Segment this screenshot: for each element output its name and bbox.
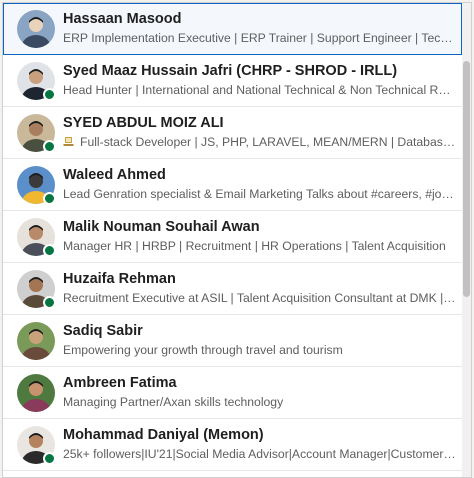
member-headline-text: 25k+ followers|IU'21|Social Media Adviso… bbox=[63, 447, 456, 461]
avatar-container bbox=[17, 217, 56, 257]
suggestion-item[interactable]: Mohammad Daniyal (Memon) 25k+ followers|… bbox=[3, 419, 462, 471]
avatar-container bbox=[17, 321, 55, 360]
member-headline-text: Head Hunter | International and National… bbox=[63, 83, 456, 97]
scrollbar[interactable] bbox=[462, 3, 471, 477]
suggestion-text: Waleed Ahmed Lead Genration specialist &… bbox=[63, 166, 462, 203]
member-name: Syed Maaz Hussain Jafri (CHRP - SHROD - … bbox=[63, 63, 398, 79]
suggestion-item[interactable]: Syed Maaz Hussain Jafri (CHRP - SHROD - … bbox=[3, 55, 462, 107]
suggestion-item[interactable]: Hassaan Masood ERP Implementation Execut… bbox=[3, 3, 462, 55]
member-headline-text: Full-stack Developer | JS, PHP, LARAVEL,… bbox=[80, 135, 456, 149]
member-headline-text: ERP Implementation Executive | ERP Train… bbox=[63, 31, 456, 45]
member-headline-text: Manager HR | HRBP | Recruitment | HR Ope… bbox=[63, 239, 446, 253]
suggestion-text: Mohammad Daniyal (Memon) 25k+ followers|… bbox=[63, 426, 462, 463]
member-headline: Lead Genration specialist & Email Market… bbox=[63, 186, 456, 203]
suggestion-text: Hassaan Masood ERP Implementation Execut… bbox=[63, 10, 462, 47]
suggestion-text: Malik Nouman Souhail Awan Manager HR | H… bbox=[63, 218, 462, 255]
suggestion-text: Sadiq Sabir Empowering your growth throu… bbox=[63, 322, 462, 359]
avatar-container bbox=[17, 165, 56, 205]
online-status-icon bbox=[43, 295, 56, 309]
online-status-icon bbox=[43, 191, 56, 205]
suggestion-item[interactable]: Ambreen Fatima Managing Partner/Axan ski… bbox=[3, 367, 462, 419]
avatar-container bbox=[17, 373, 55, 412]
online-status-icon bbox=[43, 139, 56, 153]
member-name: Huzaifa Rehman bbox=[63, 271, 176, 287]
member-headline: Manager HR | HRBP | Recruitment | HR Ope… bbox=[63, 238, 456, 255]
avatar-container bbox=[17, 113, 56, 153]
suggestion-item[interactable]: Huzaifa Rehman Recruitment Executive at … bbox=[3, 263, 462, 315]
avatar bbox=[17, 373, 55, 412]
member-name: Hassaan Masood bbox=[63, 11, 182, 27]
avatar bbox=[17, 9, 55, 48]
online-status-icon bbox=[43, 243, 56, 257]
member-headline-text: Empowering your growth through travel an… bbox=[63, 343, 343, 357]
avatar-container bbox=[17, 61, 56, 101]
suggestion-item[interactable]: Waleed Ahmed Lead Genration specialist &… bbox=[3, 159, 462, 211]
avatar-container bbox=[17, 425, 56, 465]
member-name: Waleed Ahmed bbox=[63, 167, 166, 183]
suggestion-item[interactable]: Sadiq Sabir Empowering your growth throu… bbox=[3, 315, 462, 367]
member-name: Ambreen Fatima bbox=[63, 375, 177, 391]
member-headline-text: Lead Genration specialist & Email Market… bbox=[63, 187, 456, 201]
online-status-icon bbox=[43, 451, 56, 465]
mention-suggestions-dropdown: Hassaan Masood ERP Implementation Execut… bbox=[2, 2, 472, 478]
member-headline-text: Recruitment Executive at ASIL | Talent A… bbox=[63, 291, 456, 305]
member-name: Malik Nouman Souhail Awan bbox=[63, 219, 260, 235]
online-status-icon bbox=[43, 87, 56, 101]
member-headline: Managing Partner/Axan skills technology bbox=[63, 394, 456, 411]
member-headline: 25k+ followers|IU'21|Social Media Adviso… bbox=[63, 446, 456, 463]
suggestion-text: SYED ABDUL MOIZ ALI Full-stack Developer… bbox=[63, 114, 462, 151]
avatar-container bbox=[17, 9, 55, 48]
member-headline-text: Managing Partner/Axan skills technology bbox=[63, 395, 284, 409]
suggestion-item[interactable]: Malik Nouman Souhail Awan Manager HR | H… bbox=[3, 211, 462, 263]
member-name: Sadiq Sabir bbox=[63, 323, 143, 339]
suggestion-text: Huzaifa Rehman Recruitment Executive at … bbox=[63, 270, 462, 307]
member-headline: Recruitment Executive at ASIL | Talent A… bbox=[63, 290, 456, 307]
suggestion-text: Syed Maaz Hussain Jafri (CHRP - SHROD - … bbox=[63, 62, 462, 99]
member-headline: Full-stack Developer | JS, PHP, LARAVEL,… bbox=[63, 134, 456, 151]
member-headline: Head Hunter | International and National… bbox=[63, 82, 456, 99]
suggestion-text: Ambreen Fatima Managing Partner/Axan ski… bbox=[63, 374, 462, 411]
suggestion-list: Hassaan Masood ERP Implementation Execut… bbox=[3, 3, 462, 471]
suggestion-item[interactable]: SYED ABDUL MOIZ ALI Full-stack Developer… bbox=[3, 107, 462, 159]
laptop-emoji bbox=[63, 137, 74, 146]
member-name: SYED ABDUL MOIZ ALI bbox=[63, 115, 224, 131]
member-headline: ERP Implementation Executive | ERP Train… bbox=[63, 30, 456, 47]
member-headline: Empowering your growth through travel an… bbox=[63, 342, 456, 359]
avatar bbox=[17, 321, 55, 360]
scrollbar-thumb[interactable] bbox=[463, 61, 470, 297]
avatar-container bbox=[17, 269, 56, 309]
member-name: Mohammad Daniyal (Memon) bbox=[63, 427, 264, 443]
